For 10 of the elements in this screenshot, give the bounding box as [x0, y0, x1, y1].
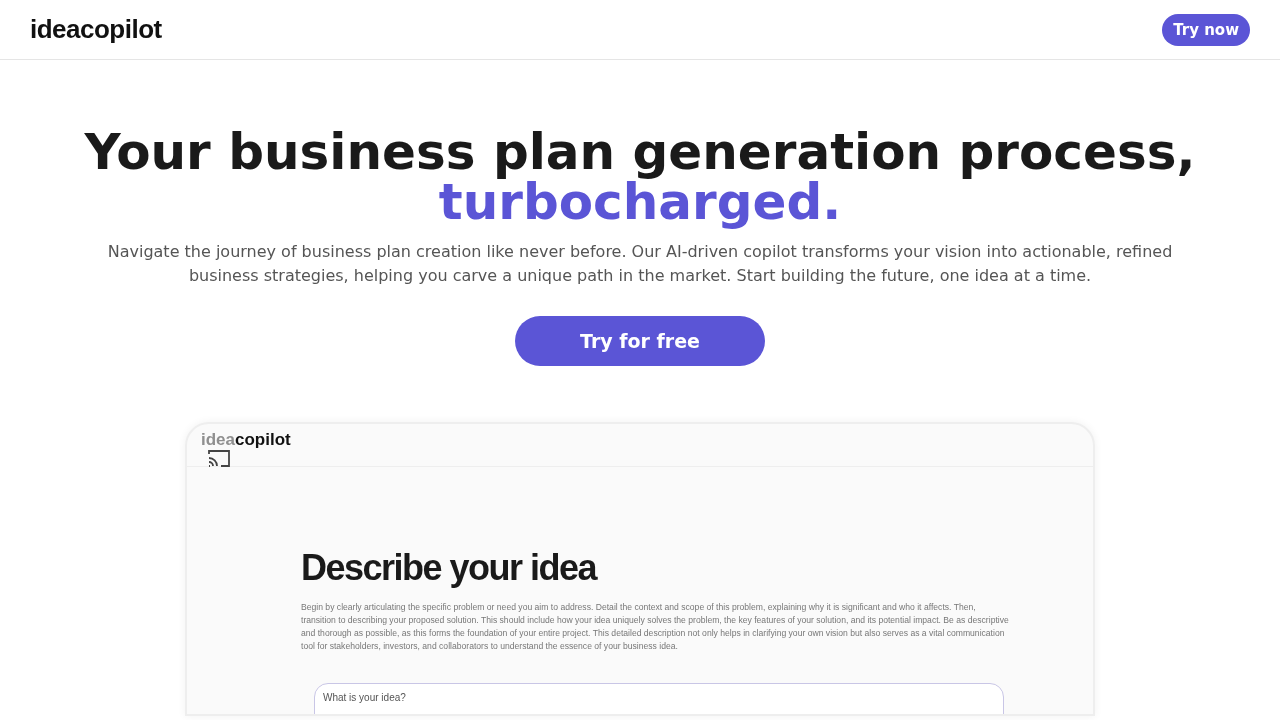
preview-description: Begin by clearly articulating the specific problem or need you aim to address. Detail the context and scope of this problem, explaining why it is significant and who it affects. Then, transition to describing your proposed solution. This should include how your idea uniquely solves the problem, the key features of your solution, and its potential impact. Be as descriptive and thorough as possible, as this forms the foundation of your entire project. This detailed description not only helps in clarifying your own vision but also serves as a vital communication tool for stakeholders, investors, and collaborators to understand the essence of your business idea.	[301, 601, 1010, 653]
try-now-button[interactable]: Try now	[1162, 13, 1250, 46]
preview-logo: copilot	[235, 430, 291, 449]
cast-icon[interactable]	[207, 448, 231, 468]
preview-heading: Describe your idea	[301, 547, 598, 589]
logo: ideacopilot	[30, 14, 162, 45]
try-for-free-button[interactable]: Try for free	[515, 316, 765, 366]
hero-subtitle: Navigate the journey of business plan creation like never before. Our AI-driven copilot transforms your vision into actionable, refined business strategies, helping you carve a unique path in the market. Start building the future, one idea at a time.	[106, 241, 1174, 287]
preview-logo-faded: idea	[201, 430, 236, 449]
idea-input-field[interactable]: What is your idea?	[314, 683, 1004, 714]
